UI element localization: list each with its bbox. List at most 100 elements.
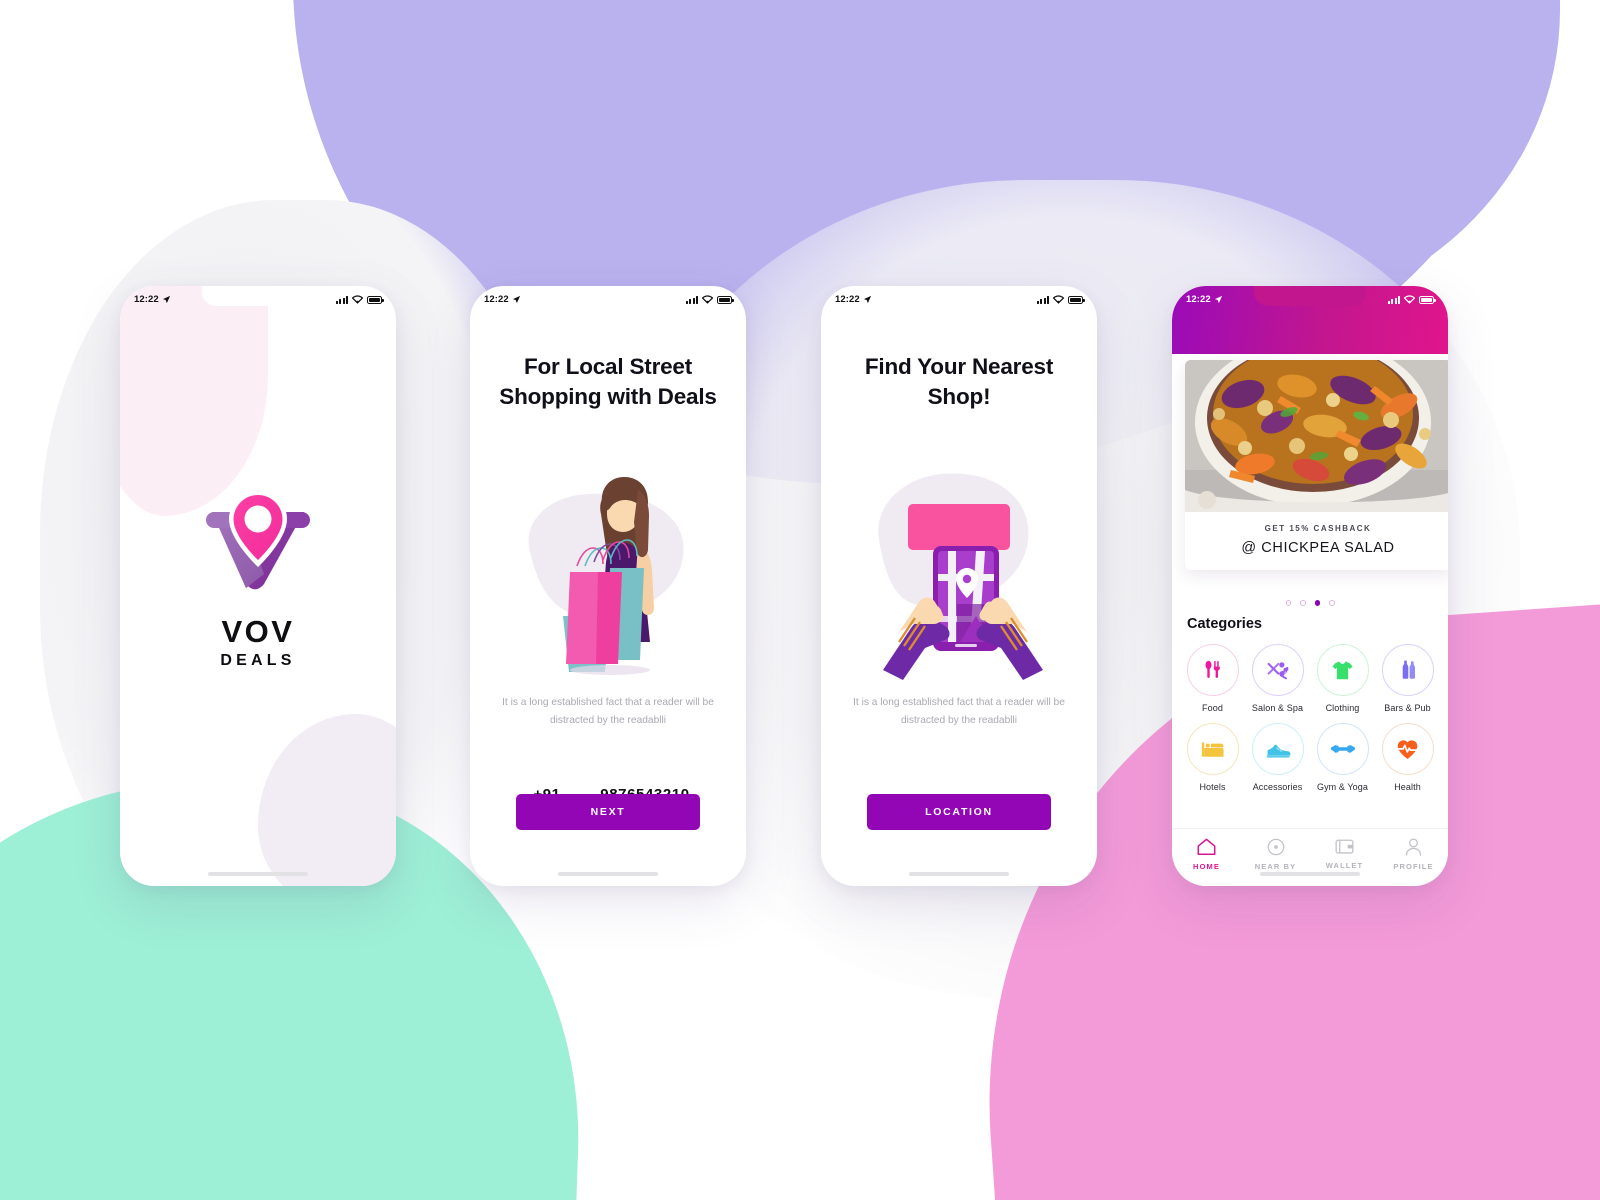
category-health[interactable]: Health — [1375, 723, 1440, 792]
wifi-icon — [702, 295, 713, 304]
category-salon-spa[interactable]: Salon & Spa — [1245, 644, 1310, 713]
battery-full-icon — [1419, 295, 1436, 304]
status-time: 12:22 — [134, 294, 159, 305]
cashback-label: GET 15% CASHBACK — [1264, 524, 1372, 533]
location-arrow-icon — [863, 295, 871, 304]
status-time: 12:22 — [1186, 294, 1211, 305]
wifi-icon — [1404, 295, 1415, 304]
scissors-comb-icon — [1267, 661, 1289, 680]
cellular-bars-icon — [336, 295, 348, 304]
vov-location-pin-logo — [206, 490, 310, 590]
chickpea-salad-bowl-photo — [1185, 360, 1448, 512]
category-icon-ring — [1381, 723, 1434, 775]
tab-label: PROFILE — [1393, 862, 1434, 871]
app-showcase-canvas: 12:22 VOV DEALS 12:22 For Local Street S… — [0, 0, 1600, 1200]
category-label: Gym & Yoga — [1316, 782, 1369, 792]
category-icon-ring — [1316, 644, 1369, 696]
page-title: Find Your Nearest Shop! — [839, 352, 1079, 412]
status-time: 12:22 — [484, 294, 509, 305]
category-hotels[interactable]: Hotels — [1180, 723, 1245, 792]
home-indicator[interactable] — [558, 872, 658, 876]
category-icon-ring — [1251, 644, 1304, 696]
category-label: Clothing — [1325, 703, 1360, 713]
carousel-dot[interactable] — [1300, 600, 1306, 606]
home-indicator[interactable] — [208, 872, 308, 876]
category-label: Food — [1202, 703, 1223, 713]
cellular-bars-icon — [1037, 295, 1049, 304]
page-description: It is a long established fact that a rea… — [502, 697, 714, 726]
compass-icon — [1267, 838, 1284, 856]
promo-caption: GET 15% CASHBACK @ CHICKPEA SALAD — [1185, 512, 1448, 570]
category-label: Accessories — [1252, 782, 1303, 792]
tshirt-icon — [1332, 660, 1353, 679]
page-title: For Local Street Shopping with Deals — [488, 352, 728, 412]
next-button[interactable]: NEXT — [516, 794, 700, 830]
promo-carousel-card[interactable]: GET 15% CASHBACK @ CHICKPEA SALAD — [1185, 360, 1448, 570]
phone-mockup-location: 12:22 Find Your Nearest Shop! It is a lo… — [821, 286, 1097, 886]
brand-line-1: VOV — [221, 614, 295, 649]
category-food[interactable]: Food — [1180, 644, 1245, 713]
category-label: Hotels — [1199, 782, 1226, 792]
cellular-bars-icon — [686, 295, 698, 304]
wifi-icon — [1053, 295, 1064, 304]
wallet-icon — [1335, 839, 1354, 854]
category-icon-ring — [1251, 723, 1304, 775]
heartbeat-icon — [1397, 739, 1418, 759]
phone-mockup-splash: 12:22 VOV DEALS — [120, 286, 396, 886]
category-clothing[interactable]: Clothing — [1310, 644, 1375, 713]
tab-home[interactable]: HOME — [1172, 837, 1241, 871]
carousel-dot[interactable] — [1285, 600, 1291, 606]
categories-grid: Food Salon & Spa Clothing Bars & Pub Hot… — [1180, 644, 1440, 792]
category-gym-yoga[interactable]: Gym & Yoga — [1310, 723, 1375, 792]
woman-with-shopping-bags-illustration — [528, 477, 684, 675]
sneaker-icon — [1266, 744, 1290, 758]
splash-lilac-blob — [258, 714, 396, 886]
tab-label: WALLET — [1325, 861, 1364, 870]
tab-wallet[interactable]: WALLET — [1310, 837, 1379, 870]
tab-label: HOME — [1193, 862, 1220, 871]
person-icon — [1405, 838, 1422, 856]
brand-logo-block: VOV DEALS — [120, 482, 396, 670]
onboarding-signup-screen: 12:22 For Local Street Shopping with Dea… — [470, 286, 746, 886]
splash-screen: 12:22 VOV DEALS — [120, 286, 396, 886]
bottles-icon — [1402, 660, 1415, 679]
home-indicator[interactable] — [1260, 872, 1360, 876]
category-icon-ring — [1381, 644, 1434, 696]
title-line-2: Shop! — [927, 383, 991, 409]
category-icon-ring — [1316, 723, 1369, 775]
category-label: Bars & Pub — [1384, 703, 1431, 713]
title-line-1: Find Your Nearest — [864, 354, 1054, 379]
category-label: Health — [1394, 782, 1421, 792]
category-accessories[interactable]: Accessories — [1245, 723, 1310, 792]
carousel-dot-active[interactable] — [1314, 600, 1320, 606]
carousel-dot[interactable] — [1329, 600, 1335, 606]
title-line-2: Shopping with Deals — [499, 383, 717, 409]
status-bar: 12:22 — [821, 286, 1097, 308]
carousel-pagination — [1172, 600, 1448, 606]
category-icon-ring — [1186, 723, 1239, 775]
tab-label: NEAR BY — [1254, 862, 1297, 871]
status-bar: 12:22 — [120, 286, 396, 308]
status-bar: 12:22 — [470, 286, 746, 308]
house-icon — [1197, 838, 1216, 856]
hands-holding-phone-map-illustration — [878, 473, 1043, 680]
venue-label: @ CHICKPEA SALAD — [1241, 540, 1395, 556]
battery-full-icon — [1068, 295, 1085, 304]
category-bars-pub[interactable]: Bars & Pub — [1375, 644, 1440, 713]
tab-profile[interactable]: PROFILE — [1379, 837, 1448, 871]
battery-full-icon — [367, 295, 384, 304]
mint-blob-bottom-left-fill — [0, 980, 460, 1200]
dumbbell-icon — [1330, 744, 1355, 754]
tab-near-by[interactable]: NEAR BY — [1241, 837, 1310, 871]
category-icon-ring — [1186, 644, 1239, 696]
onboarding-location-screen: 12:22 Find Your Nearest Shop! It is a lo… — [821, 286, 1097, 886]
status-bar: 12:22 — [1172, 286, 1448, 308]
location-button[interactable]: LOCATION — [867, 794, 1051, 830]
location-arrow-icon — [162, 295, 170, 304]
location-arrow-icon — [512, 295, 520, 304]
home-indicator[interactable] — [909, 872, 1009, 876]
home-screen: 12:22 VOV DEALS — [1172, 286, 1448, 886]
categories-heading: Categories — [1187, 616, 1262, 632]
bed-icon — [1201, 741, 1224, 757]
bottom-tab-bar: HOME NEAR BY WALLET PROFILE — [1172, 828, 1448, 886]
